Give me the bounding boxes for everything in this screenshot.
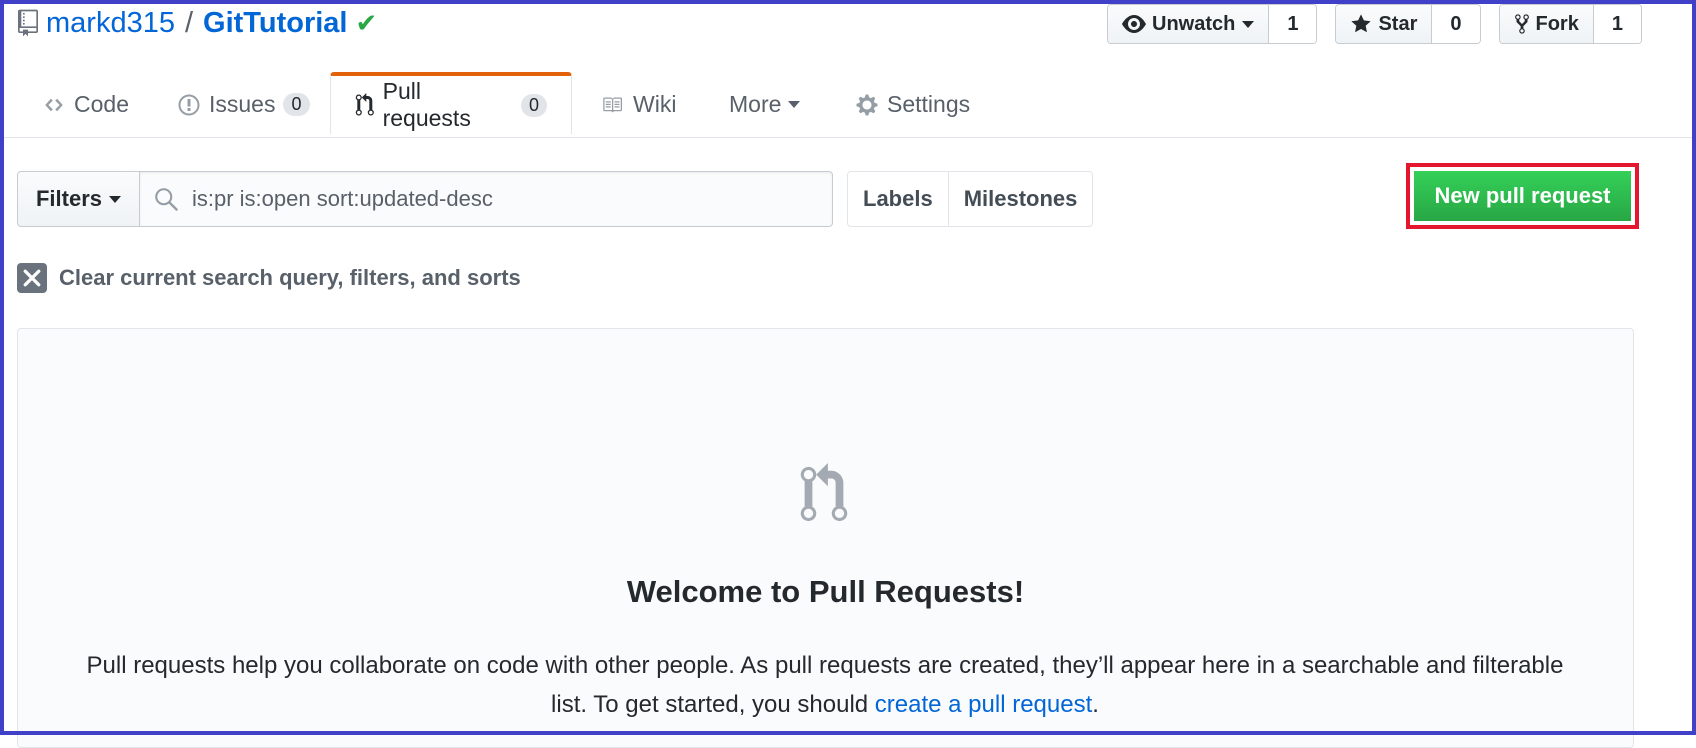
pull-requests-counter: 0 xyxy=(520,93,547,117)
filters-dropdown-button[interactable]: Filters xyxy=(17,171,140,227)
search-icon xyxy=(155,188,178,211)
repo-name-link[interactable]: GitTutorial xyxy=(203,7,347,40)
repo-nav-tabs: Code Issues 0 Pull requests 0 Wiki More … xyxy=(4,72,1692,138)
chevron-down-icon xyxy=(1242,20,1255,28)
fork-group: Fork 1 xyxy=(1498,4,1642,44)
tab-label: Code xyxy=(74,91,129,117)
repo-owner-link[interactable]: markd315 xyxy=(46,7,175,40)
repo-header: markd315 / GitTutorial ✔ xyxy=(18,4,377,42)
blankslate-text: Pull requests help you collaborate on co… xyxy=(86,652,1564,718)
clear-filters-label: Clear current search query, filters, and… xyxy=(59,265,521,290)
tab-pull-requests[interactable]: Pull requests 0 xyxy=(330,72,572,134)
book-icon xyxy=(603,97,622,112)
star-label: Star xyxy=(1378,12,1418,35)
tab-settings[interactable]: Settings xyxy=(855,72,970,137)
repo-icon xyxy=(18,9,38,37)
milestones-button[interactable]: Milestones xyxy=(947,172,1093,226)
issue-icon xyxy=(178,94,200,115)
chevron-down-icon xyxy=(788,101,801,108)
tab-label: Issues xyxy=(209,91,276,117)
fork-button[interactable]: Fork xyxy=(1499,5,1594,43)
labels-milestones-group: Labels Milestones xyxy=(847,171,1094,227)
blankslate-description: Pull requests help you collaborate on co… xyxy=(80,646,1570,724)
tab-label: More xyxy=(729,91,782,117)
eye-icon xyxy=(1122,15,1146,33)
issues-counter: 0 xyxy=(283,93,310,116)
gear-icon xyxy=(856,94,878,115)
star-group: Star 0 xyxy=(1335,4,1481,44)
new-pull-request-button[interactable]: New pull request xyxy=(1414,171,1631,221)
close-icon xyxy=(17,263,47,293)
clear-filters-link[interactable]: Clear current search query, filters, and… xyxy=(17,263,521,293)
pull-request-icon xyxy=(800,463,848,522)
blankslate-text-end: . xyxy=(1092,691,1099,718)
blankslate-title: Welcome to Pull Requests! xyxy=(626,574,1025,609)
tab-issues[interactable]: Issues 0 xyxy=(177,72,310,137)
star-icon xyxy=(1351,14,1372,33)
search-input[interactable] xyxy=(190,185,794,213)
labels-button[interactable]: Labels xyxy=(848,172,948,226)
unwatch-label: Unwatch xyxy=(1152,12,1236,35)
forks-count[interactable]: 1 xyxy=(1593,5,1641,43)
pull-request-icon xyxy=(355,93,374,116)
watchers-count[interactable]: 1 xyxy=(1269,5,1317,43)
star-button[interactable]: Star xyxy=(1336,5,1433,43)
check-icon: ✔ xyxy=(355,7,378,38)
filters-label: Filters xyxy=(35,186,103,211)
fork-label: Fork xyxy=(1535,12,1579,35)
path-separator: / xyxy=(184,6,194,39)
tab-code[interactable]: Code xyxy=(42,72,129,137)
tab-label: Wiki xyxy=(633,91,677,117)
code-icon xyxy=(45,98,63,111)
search-box xyxy=(140,171,833,227)
stargazers-count[interactable]: 0 xyxy=(1432,5,1480,43)
tab-label: Pull requests xyxy=(382,78,471,131)
chevron-down-icon xyxy=(109,195,122,203)
fork-icon xyxy=(1514,14,1529,34)
tab-wiki[interactable]: Wiki xyxy=(599,72,676,137)
unwatch-button[interactable]: Unwatch xyxy=(1108,5,1270,43)
repo-actions: Unwatch 1 Star 0 Fork 1 xyxy=(1107,4,1642,44)
watch-group: Unwatch 1 xyxy=(1107,4,1318,44)
tab-label: Settings xyxy=(887,91,971,117)
create-pull-request-link[interactable]: create a pull request xyxy=(875,691,1092,718)
tab-more[interactable]: More xyxy=(729,72,801,137)
